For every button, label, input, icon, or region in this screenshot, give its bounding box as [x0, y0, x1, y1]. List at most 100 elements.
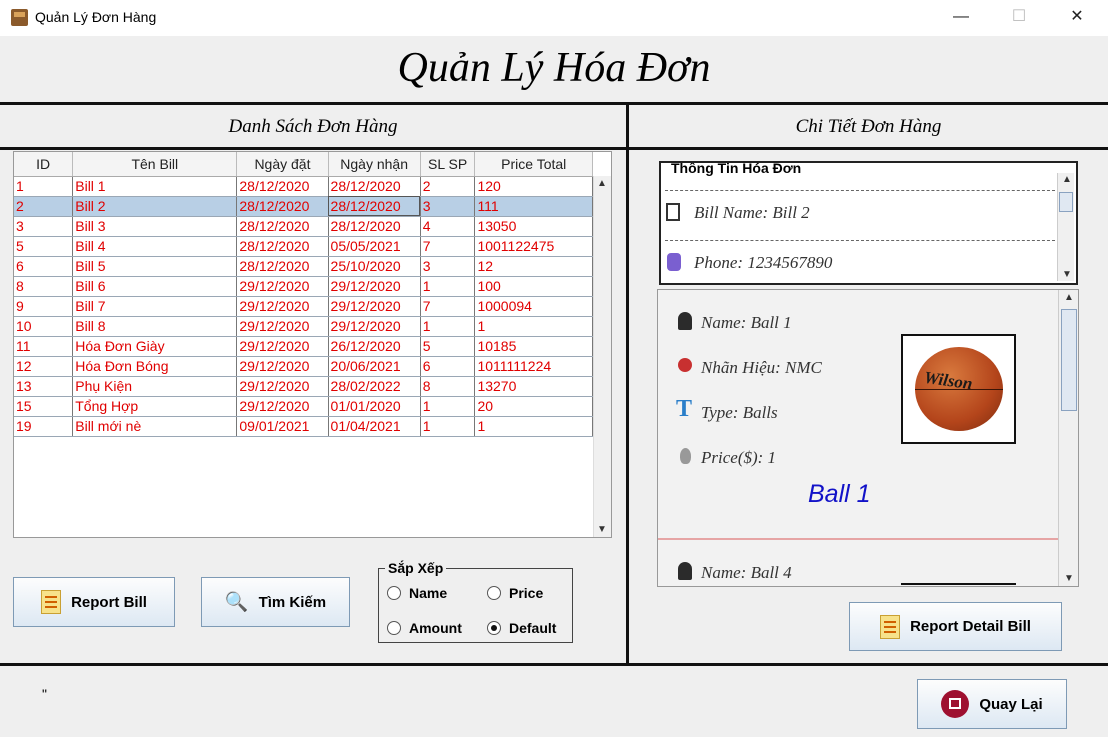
table-cell[interactable]: 29/12/2020: [236, 276, 329, 297]
column-header[interactable]: SL SP: [420, 152, 476, 177]
sort-default-radio[interactable]: Default: [487, 620, 556, 636]
table-cell[interactable]: 01/01/2020: [328, 396, 421, 417]
table-cell[interactable]: 29/12/2020: [328, 316, 421, 337]
table-cell[interactable]: 1: [474, 316, 593, 337]
table-cell[interactable]: 10: [14, 316, 74, 337]
table-cell[interactable]: 5: [420, 336, 476, 357]
table-cell[interactable]: 28/12/2020: [328, 216, 421, 237]
scroll-thumb[interactable]: [1059, 192, 1073, 212]
table-cell[interactable]: Bill 3: [72, 216, 238, 237]
table-cell[interactable]: 28/02/2022: [328, 376, 421, 397]
table-row[interactable]: 1 Bill 1 28/12/2020 28/12/2020 2 120: [14, 176, 593, 197]
column-header[interactable]: Tên Bill: [72, 152, 238, 177]
table-row[interactable]: 13 Phụ Kiện 29/12/2020 28/02/2022 8 13270: [14, 376, 593, 397]
table-row[interactable]: 5 Bill 4 28/12/2020 05/05/2021 7 1001122475: [14, 236, 593, 257]
table-cell[interactable]: 13270: [474, 376, 593, 397]
table-cell[interactable]: Hóa Đơn Bóng: [72, 356, 238, 377]
table-cell[interactable]: 10185: [474, 336, 593, 357]
scroll-up-icon[interactable]: ▲: [1064, 292, 1074, 303]
table-cell[interactable]: Bill 6: [72, 276, 238, 297]
column-header[interactable]: ID: [14, 152, 74, 177]
table-cell[interactable]: 28/12/2020: [328, 196, 421, 217]
table-cell[interactable]: 9: [14, 296, 74, 317]
table-row[interactable]: 8 Bill 6 29/12/2020 29/12/2020 1 100: [14, 276, 593, 297]
table-cell[interactable]: 28/12/2020: [236, 176, 329, 197]
table-cell[interactable]: 2: [420, 176, 476, 197]
table-cell[interactable]: 01/04/2021: [328, 416, 421, 437]
scroll-down-icon[interactable]: ▼: [597, 524, 607, 535]
table-cell[interactable]: Bill 5: [72, 256, 238, 277]
table-cell[interactable]: 28/12/2020: [236, 196, 329, 217]
table-cell[interactable]: 1000094: [474, 296, 593, 317]
table-cell[interactable]: 100: [474, 276, 593, 297]
scroll-up-icon[interactable]: ▲: [1062, 174, 1072, 185]
table-cell[interactable]: 8: [420, 376, 476, 397]
column-header[interactable]: Ngày đặt: [236, 152, 329, 177]
table-cell[interactable]: Bill 8: [72, 316, 238, 337]
table-cell[interactable]: 29/12/2020: [328, 296, 421, 317]
table-cell[interactable]: Phụ Kiện: [72, 376, 238, 397]
maximize-button[interactable]: ☐: [996, 4, 1042, 32]
table-cell[interactable]: 120: [474, 176, 593, 197]
sort-name-radio[interactable]: Name: [387, 585, 447, 601]
table-row[interactable]: 6 Bill 5 28/12/2020 25/10/2020 3 12: [14, 256, 593, 277]
table-cell[interactable]: 3: [14, 216, 74, 237]
column-header[interactable]: Ngày nhận: [328, 152, 421, 177]
table-cell[interactable]: 19: [14, 416, 74, 437]
table-cell[interactable]: Bill 1: [72, 176, 238, 197]
table-row[interactable]: 10 Bill 8 29/12/2020 29/12/2020 1 1: [14, 316, 593, 337]
detail-scrollbar[interactable]: ▲ ▼: [1058, 290, 1078, 586]
table-cell[interactable]: 29/12/2020: [328, 276, 421, 297]
sort-price-radio[interactable]: Price: [487, 585, 543, 601]
table-cell[interactable]: 12: [14, 356, 74, 377]
table-cell[interactable]: 05/05/2021: [328, 236, 421, 257]
table-row[interactable]: 3 Bill 3 28/12/2020 28/12/2020 4 13050: [14, 216, 593, 237]
table-cell[interactable]: 4: [420, 216, 476, 237]
table-cell[interactable]: 7: [420, 296, 476, 317]
table-cell[interactable]: Bill 4: [72, 236, 238, 257]
table-cell[interactable]: 15: [14, 396, 74, 417]
scroll-down-icon[interactable]: ▼: [1064, 573, 1074, 584]
table-cell[interactable]: Bill 7: [72, 296, 238, 317]
table-cell[interactable]: 29/12/2020: [236, 396, 329, 417]
table-cell[interactable]: 7: [420, 236, 476, 257]
table-cell[interactable]: 1: [420, 396, 476, 417]
table-cell[interactable]: 1001122475: [474, 236, 593, 257]
table-cell[interactable]: 8: [14, 276, 74, 297]
table-row[interactable]: 2 Bill 2 28/12/2020 28/12/2020 3 111: [14, 196, 593, 217]
table-cell[interactable]: 3: [420, 196, 476, 217]
table-row[interactable]: 9 Bill 7 29/12/2020 29/12/2020 7 1000094: [14, 296, 593, 317]
table-scrollbar[interactable]: ▲ ▼: [593, 176, 611, 537]
sort-amount-radio[interactable]: Amount: [387, 620, 462, 636]
table-cell[interactable]: 1011111224: [474, 356, 593, 377]
table-cell[interactable]: 29/12/2020: [236, 376, 329, 397]
table-cell[interactable]: Bill mới nè: [72, 416, 238, 437]
table-cell[interactable]: 28/12/2020: [236, 236, 329, 257]
table-cell[interactable]: 29/12/2020: [236, 296, 329, 317]
table-cell[interactable]: 11: [14, 336, 74, 357]
table-cell[interactable]: 09/01/2021: [236, 416, 329, 437]
report-detail-bill-button[interactable]: Report Detail Bill: [849, 602, 1062, 651]
search-button[interactable]: 🔍 Tìm Kiếm: [201, 577, 350, 627]
table-cell[interactable]: 20: [474, 396, 593, 417]
table-cell[interactable]: 6: [14, 256, 74, 277]
table-row[interactable]: 12 Hóa Đơn Bóng 29/12/2020 20/06/2021 6 10111…: [14, 356, 593, 377]
table-cell[interactable]: 1: [474, 416, 593, 437]
orders-table[interactable]: ID Tên Bill Ngày đặt Ngày nhận SL SP Pri…: [13, 151, 612, 538]
table-cell[interactable]: 29/12/2020: [236, 356, 329, 377]
table-cell[interactable]: Bill 2: [72, 196, 238, 217]
table-cell[interactable]: 26/12/2020: [328, 336, 421, 357]
table-cell[interactable]: 1: [420, 416, 476, 437]
scroll-down-icon[interactable]: ▼: [1062, 269, 1072, 280]
info-scrollbar[interactable]: ▲ ▼: [1057, 173, 1074, 281]
scroll-up-icon[interactable]: ▲: [597, 178, 607, 189]
table-cell[interactable]: 2: [14, 196, 74, 217]
back-button[interactable]: Quay Lại: [917, 679, 1067, 729]
column-header[interactable]: Price Total: [474, 152, 593, 177]
table-cell[interactable]: 3: [420, 256, 476, 277]
table-cell[interactable]: 20/06/2021: [328, 356, 421, 377]
table-cell[interactable]: 25/10/2020: [328, 256, 421, 277]
table-cell[interactable]: 13: [14, 376, 74, 397]
table-cell[interactable]: 28/12/2020: [236, 256, 329, 277]
table-row[interactable]: 11 Hóa Đơn Giày 29/12/2020 26/12/2020 5 10185: [14, 336, 593, 357]
